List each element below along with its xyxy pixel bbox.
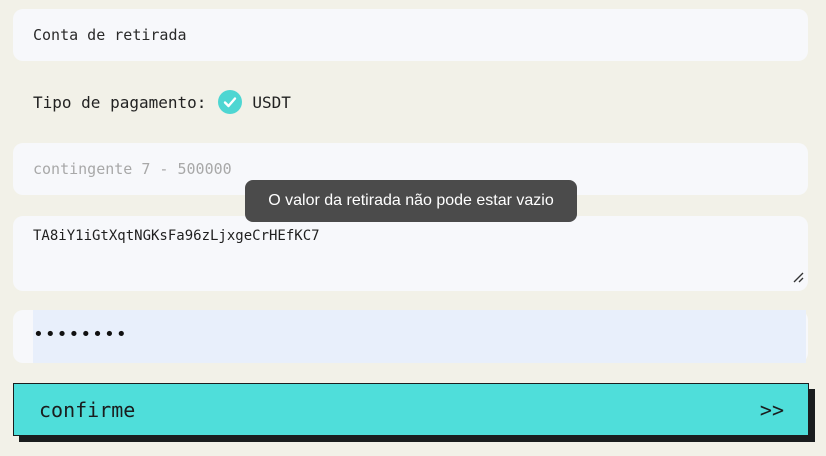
payment-type-row: Tipo de pagamento: USDT <box>33 86 291 118</box>
password-autofill-background <box>33 310 806 363</box>
wallet-address-textarea[interactable]: TA8iY1iGtXqtNGKsFa96zLjxgeCrHEfKC7 <box>13 216 808 291</box>
payment-option-usdt[interactable]: USDT <box>252 93 291 112</box>
withdrawal-account-label: Conta de retirada <box>33 26 187 44</box>
withdrawal-account-field[interactable]: Conta de retirada <box>13 9 808 61</box>
check-circle-icon[interactable] <box>218 90 243 114</box>
amount-placeholder: contingente 7 - 500000 <box>33 160 232 178</box>
wallet-address-value: TA8iY1iGtXqtNGKsFa96zLjxgeCrHEfKC7 <box>33 228 320 244</box>
password-mask: •••••••• <box>33 324 128 345</box>
resize-handle-icon[interactable] <box>792 271 804 287</box>
password-input[interactable]: •••••••• <box>13 310 808 363</box>
payment-type-label: Tipo de pagamento: <box>33 92 207 112</box>
double-chevron-right-icon: >> <box>759 397 784 422</box>
validation-tooltip: O valor da retirada não pode estar vazio <box>245 180 577 222</box>
confirm-button[interactable]: confirme >> <box>13 383 809 436</box>
tooltip-message: O valor da retirada não pode estar vazio <box>268 192 554 209</box>
confirm-button-label: confirme <box>39 397 136 422</box>
